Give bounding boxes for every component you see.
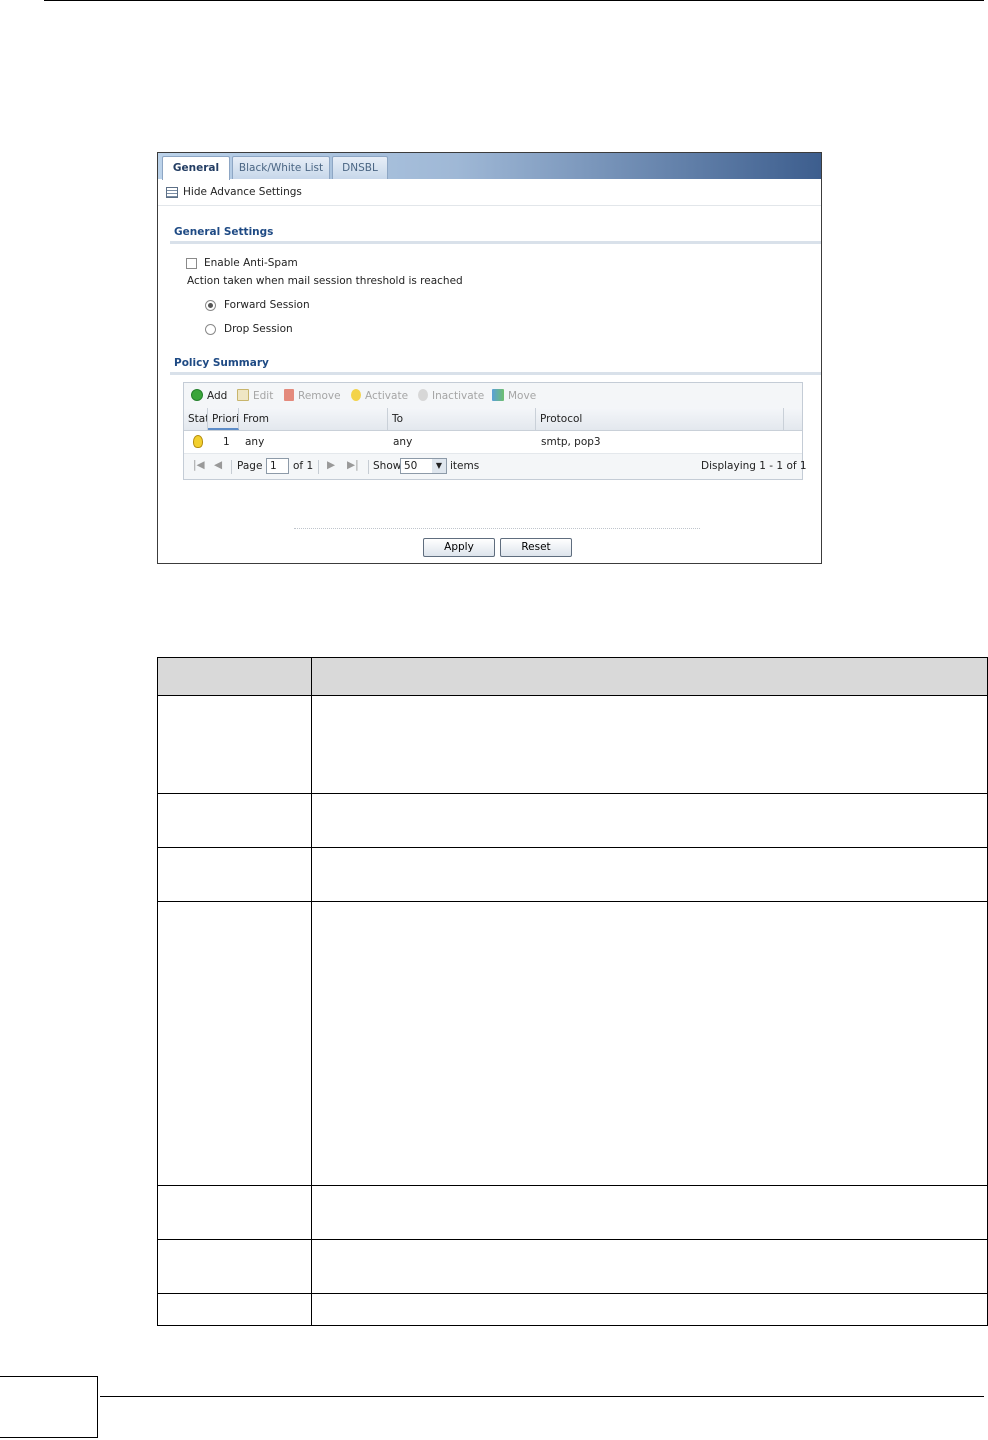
add-button[interactable]: Add [191, 389, 227, 402]
top-rule [44, 0, 984, 1]
description-table [157, 657, 988, 1326]
bulb-off-icon [418, 389, 428, 401]
section-divider [170, 241, 821, 244]
page-of-label: of 1 [293, 460, 314, 472]
section-divider [170, 372, 821, 375]
last-page-icon[interactable]: ▶| [347, 459, 359, 471]
column-header-status[interactable]: Stat [184, 408, 208, 430]
prev-page-icon[interactable]: ◀ [214, 459, 222, 471]
table-row [158, 695, 987, 794]
pager-separator [318, 460, 319, 474]
cell-from: any [245, 436, 265, 448]
drop-session-radio[interactable] [205, 324, 216, 335]
tab-dnsbl[interactable]: DNSBL [332, 156, 388, 179]
threshold-action-label: Action taken when mail session threshold… [187, 275, 463, 287]
antispam-general-panel: General Black/White List DNSBL Hide Adva… [157, 152, 822, 564]
cell-to: any [393, 436, 413, 448]
page-size-value: 50 [404, 460, 418, 472]
policy-grid: Add Edit Remove Activate Inactivate Move… [183, 382, 807, 480]
forward-session-radio[interactable] [205, 300, 216, 311]
bulb-on-icon [351, 389, 361, 401]
trash-icon [284, 389, 294, 401]
cell-priority: 1 [223, 436, 230, 448]
enable-antispam-label: Enable Anti-Spam [204, 257, 298, 269]
pager-separator [368, 460, 369, 474]
tab-general[interactable]: General [162, 156, 230, 180]
edit-icon [237, 389, 249, 401]
table-column-divider [311, 658, 312, 1325]
advanced-settings-label[interactable]: Hide Advance Settings [183, 186, 302, 198]
grid-toolbar: Add Edit Remove Activate Inactivate Move [184, 383, 802, 409]
advanced-settings-toggle[interactable]: Hide Advance Settings [158, 180, 821, 206]
tab-bar: General Black/White List DNSBL [158, 153, 821, 180]
remove-label: Remove [298, 390, 341, 402]
table-row [158, 793, 987, 848]
table-header-row [158, 657, 987, 696]
grid-pager: |◀ ◀ Page 1 of 1 ▶ ▶| Show 50 ▼ items Di… [184, 454, 807, 479]
activate-label: Activate [365, 390, 409, 402]
enable-antispam-checkbox[interactable] [186, 258, 197, 269]
page-number-box [0, 1376, 98, 1438]
move-label: Move [508, 390, 537, 402]
column-header-priority[interactable]: Priori [208, 408, 239, 430]
table-row [158, 1239, 987, 1294]
column-header-from[interactable]: From [239, 408, 388, 430]
table-row [158, 847, 987, 902]
column-header-to[interactable]: To [388, 408, 536, 430]
reset-button[interactable]: Reset [500, 538, 572, 557]
next-page-icon[interactable]: ▶ [327, 459, 335, 471]
page-number-input[interactable]: 1 [266, 458, 289, 474]
add-label: Add [207, 390, 228, 402]
edit-button[interactable]: Edit [237, 389, 273, 402]
forward-session-label: Forward Session [224, 299, 310, 311]
grid-header: Stat Priori From To Protocol [184, 408, 802, 431]
displaying-label: Displaying 1 - 1 of 1 [701, 460, 807, 472]
pager-separator [231, 460, 232, 474]
section-title-general-settings: General Settings [174, 226, 274, 238]
table-row [158, 1185, 987, 1240]
apply-button[interactable]: Apply [423, 538, 495, 557]
page-size-select[interactable]: 50 ▼ [400, 458, 447, 474]
cell-protocol: smtp, pop3 [541, 436, 601, 448]
items-label: items [450, 460, 480, 472]
table-row [158, 1293, 987, 1326]
first-page-icon[interactable]: |◀ [193, 459, 205, 471]
table-row [158, 901, 987, 1186]
inactivate-button[interactable]: Inactivate [418, 389, 484, 402]
activate-button[interactable]: Activate [351, 389, 408, 402]
page-label: Page [237, 460, 263, 472]
move-button[interactable]: Move [492, 389, 536, 402]
column-header-protocol[interactable]: Protocol [536, 408, 784, 430]
table-row[interactable]: 1 any any smtp, pop3 [184, 431, 802, 454]
tab-black-white-list[interactable]: Black/White List [232, 156, 330, 179]
drop-session-label: Drop Session [224, 323, 293, 335]
footer-rule [100, 1396, 984, 1397]
add-icon [191, 389, 203, 401]
inactivate-label: Inactivate [432, 390, 485, 402]
show-label: Show [373, 460, 402, 472]
bulb-active-icon [193, 435, 203, 448]
chevron-down-icon[interactable]: ▼ [432, 459, 446, 473]
remove-button[interactable]: Remove [284, 389, 341, 402]
edit-label: Edit [253, 390, 274, 402]
list-icon [166, 187, 178, 198]
button-separator [294, 528, 700, 530]
section-title-policy-summary: Policy Summary [174, 357, 269, 369]
move-icon [492, 389, 504, 401]
